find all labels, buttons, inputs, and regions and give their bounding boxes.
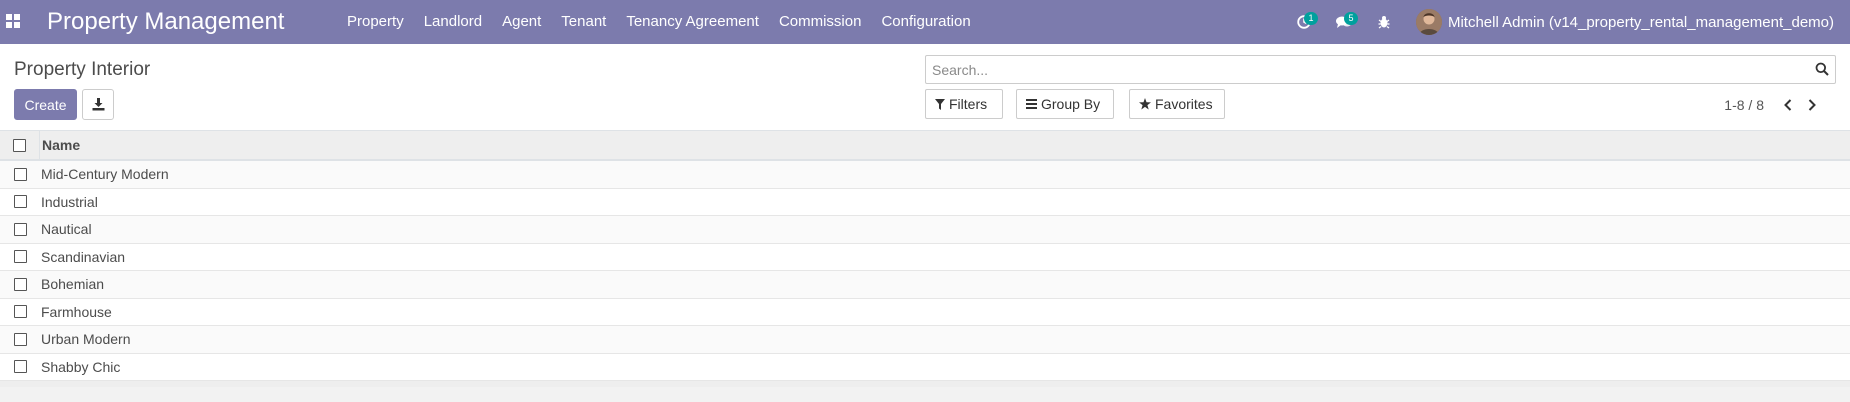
favorites-label: Favorites [1155,96,1213,112]
pager-previous-button[interactable] [1776,96,1800,114]
table-row[interactable]: Shabby Chic [0,354,1850,381]
table-row[interactable]: Industrial [0,189,1850,216]
row-check-cell [0,216,40,243]
debug-button[interactable] [1364,0,1404,44]
menu-item-tenant[interactable]: Tenant [551,0,616,44]
table-row[interactable]: Nautical [0,216,1850,244]
row-name[interactable]: Shabby Chic [40,359,120,375]
favorites-button[interactable]: Favorites [1129,89,1225,119]
messaging-button[interactable]: 5 [1324,0,1364,44]
control-panel: Property Interior Create Filters Group B… [0,44,1850,131]
row-checkbox[interactable] [13,167,27,181]
menu-item-agent[interactable]: Agent [492,0,551,44]
list-footer [0,381,1850,387]
bars-icon [1026,99,1037,109]
activity-count-badge: 1 [1303,12,1318,25]
table-row[interactable]: Farmhouse [0,299,1850,326]
top-navbar: Property Management Property Landlord Ag… [0,0,1850,44]
pager-value[interactable]: 1-8 / 8 [1724,97,1764,113]
filter-icon [935,98,945,110]
systray: 1 5 Mitchell Admin (v14_property_rental_… [1284,0,1850,44]
search-box [925,55,1836,84]
activity-button[interactable]: 1 [1284,0,1324,44]
create-button[interactable]: Create [14,89,77,120]
row-name[interactable]: Farmhouse [40,304,112,320]
row-name[interactable]: Bohemian [40,276,104,292]
user-name: Mitchell Admin (v14_property_rental_mana… [1447,13,1834,31]
row-check-cell [0,299,40,326]
pager: 1-8 / 8 [1724,96,1824,114]
search-input[interactable] [932,56,1792,83]
row-check-cell [0,189,40,216]
messages-count-badge: 5 [1343,12,1358,25]
breadcrumb: Property Interior [14,59,151,80]
chevron-right-icon [1808,99,1816,111]
table-row[interactable]: Bohemian [0,271,1850,299]
group-by-label: Group By [1041,96,1101,112]
main-menu: Property Landlord Agent Tenant Tenancy A… [337,0,981,44]
row-checkbox[interactable] [13,360,27,374]
row-name[interactable]: Industrial [40,194,98,210]
user-menu[interactable]: Mitchell Admin (v14_property_rental_mana… [1404,0,1850,44]
row-checkbox[interactable] [13,250,27,264]
row-check-cell [0,354,40,381]
row-check-cell [0,161,40,188]
table-row[interactable]: Mid-Century Modern [0,161,1850,189]
menu-item-property[interactable]: Property [337,0,414,44]
menu-item-configuration[interactable]: Configuration [871,0,980,44]
row-checkbox[interactable] [13,222,27,236]
row-name[interactable]: Scandinavian [40,249,125,265]
list-header: Name [0,131,1850,161]
row-checkbox[interactable] [13,305,27,319]
chevron-left-icon [1784,99,1792,111]
avatar [1415,9,1442,35]
apps-menu-icon[interactable] [6,14,22,30]
menu-item-tenancy-agreement[interactable]: Tenancy Agreement [616,0,769,44]
column-header-name[interactable]: Name [40,137,80,153]
menu-item-commission[interactable]: Commission [769,0,872,44]
menu-item-landlord[interactable]: Landlord [414,0,492,44]
bug-icon [1378,16,1390,29]
row-name[interactable]: Mid-Century Modern [40,166,169,182]
table-row[interactable]: Urban Modern [0,326,1850,354]
row-check-cell [0,326,40,353]
row-checkbox[interactable] [13,277,27,291]
row-name[interactable]: Nautical [40,221,92,237]
app-title[interactable]: Property Management [47,8,284,36]
row-checkbox[interactable] [13,195,27,209]
row-checkbox[interactable] [13,332,27,346]
table-row[interactable]: Scandinavian [0,244,1850,271]
filters-button[interactable]: Filters [925,89,1003,119]
row-check-cell [0,271,40,298]
row-check-cell [0,244,40,271]
list-view: Name Mid-Century Modern Industrial Nauti… [0,131,1850,387]
search-icon[interactable] [1815,62,1831,78]
row-name[interactable]: Urban Modern [40,331,131,347]
download-icon [92,98,104,111]
filters-label: Filters [949,96,988,112]
group-by-button[interactable]: Group By [1016,89,1114,119]
star-icon [1139,98,1151,110]
list-rows: Mid-Century Modern Industrial Nautical S… [0,161,1850,381]
pager-next-button[interactable] [1800,96,1824,114]
select-all-checkbox[interactable] [13,138,26,152]
select-all-cell [0,131,40,159]
export-button[interactable] [82,89,114,120]
